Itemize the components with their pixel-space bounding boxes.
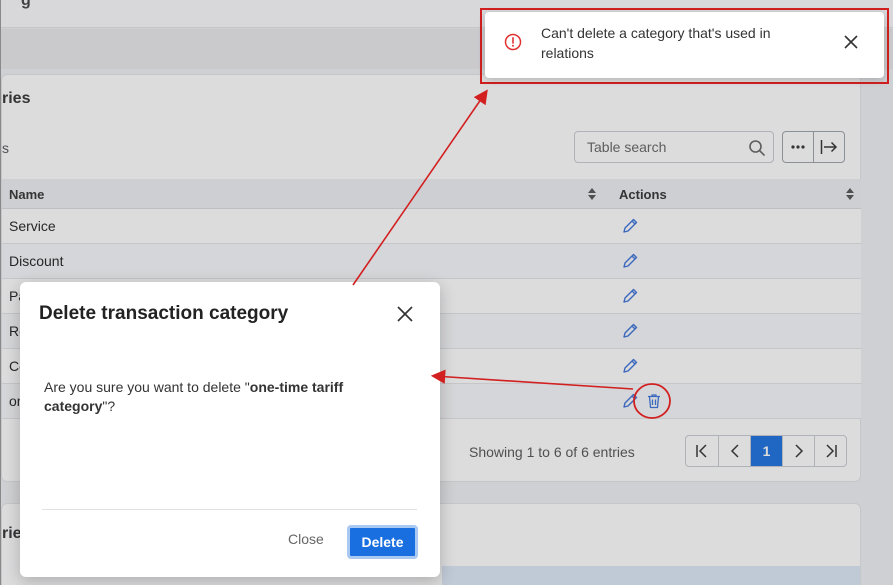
close-icon[interactable] (394, 303, 416, 325)
dialog-message: Are you sure you want to delete "one-tim… (44, 378, 404, 416)
error-toast: Can't delete a category that's used in r… (485, 12, 884, 78)
close-icon[interactable] (841, 32, 861, 52)
close-button[interactable]: Close (288, 531, 324, 547)
exclamation-circle-icon (504, 33, 522, 51)
toast-message: Can't delete a category that's used in r… (541, 25, 771, 61)
dialog-message-suffix: "? (102, 398, 116, 414)
dialog-divider (42, 509, 417, 510)
dialog-message-prefix: Are you sure you want to delete " (44, 379, 250, 395)
delete-button[interactable]: Delete (347, 525, 418, 559)
delete-category-dialog: Delete transaction category Are you sure… (20, 282, 440, 577)
dialog-title: Delete transaction category (39, 303, 289, 324)
